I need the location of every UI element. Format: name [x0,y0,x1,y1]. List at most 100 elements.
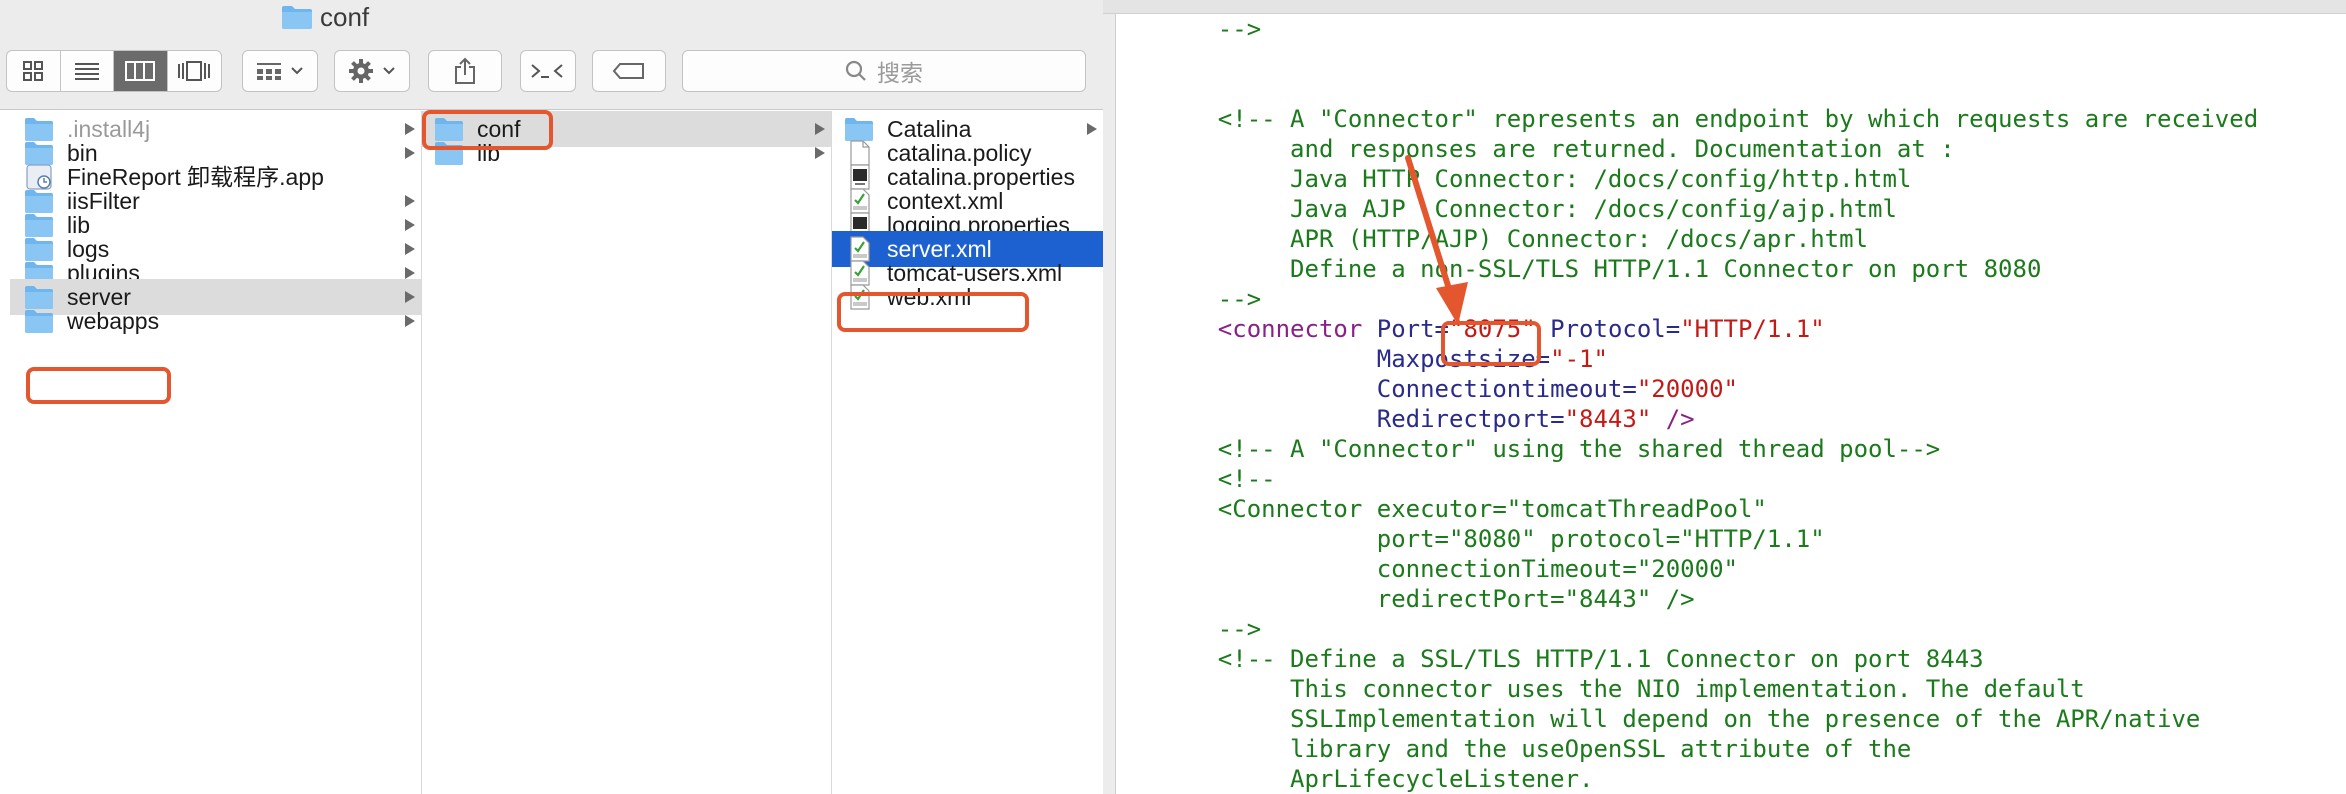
code-token: library and the useOpenSSL attribute of … [1160,735,1912,763]
code-line: This connector uses the NIO implementati… [1160,674,2085,704]
code-token: <!-- [1160,465,1276,493]
disclosure-arrow-icon [405,291,415,303]
code-token: --> [1160,285,1262,313]
code-line: SSLImplementation will depend on the pre… [1160,704,2200,734]
code-token: Protocol= [1535,315,1681,343]
code-token: <!-- A "Connector" represents an endpoin… [1160,105,2259,133]
terminal-icon [531,64,563,78]
code-token: "HTTP/1.1" [1680,315,1825,343]
search-icon [845,60,866,81]
code-line: library and the useOpenSSL attribute of … [1160,734,1911,764]
code-line: <Connector executor="tomcatThreadPool" [1160,494,1767,524]
icon-view-button[interactable] [7,51,61,91]
terminal-button[interactable] [520,50,576,92]
code-token: SSLImplementation will depend on the pre… [1160,705,2201,733]
disclosure-arrow-icon [1087,123,1097,135]
editor-text-area[interactable]: --> <!-- A "Connector" represents an end… [1115,14,2346,794]
disclosure-arrow-icon [405,243,415,255]
code-token: Define a non-SSL/TLS HTTP/1.1 Connector … [1160,255,2042,283]
code-token: <Connector executor="tomcatThreadPool" [1160,495,1767,523]
code-line: --> [1160,614,1261,644]
list-view-icon [74,63,99,80]
highlight-server-xml [837,292,1029,332]
finder-window: conf 搜索 .install4j bin FineReport 卸载程序.a… [0,0,1103,794]
editor-window: --> <!-- A "Connector" represents an end… [1103,0,2346,794]
icon-view-icon [23,61,44,81]
code-token: "20000" [1636,375,1738,403]
finder-toolbar: 搜索 [0,34,1103,110]
tag-button[interactable] [592,50,666,92]
window-title: conf [320,2,370,32]
code-line: connectionTimeout="20000" [1160,554,1738,584]
code-token: Redirectport= [1160,405,1565,433]
list-view-button[interactable] [61,51,114,91]
column-view-button[interactable] [114,51,168,91]
code-token: --> [1160,15,1262,43]
action-button[interactable] [334,50,410,92]
code-line: <!-- A "Connector" using the shared thre… [1160,434,1940,464]
search-placeholder: 搜索 [877,60,923,86]
code-token: connectionTimeout="20000" [1160,555,1738,583]
disclosure-arrow-icon [815,123,825,135]
code-token: APR (HTTP/AJP) Connector: /docs/apr.html [1160,225,1869,253]
code-token: "-1" [1550,345,1608,373]
finder-titlebar: conf [0,0,1103,34]
code-content: --> <!-- A "Connector" represents an end… [1116,14,2346,794]
editor-titlebar [1103,0,2346,14]
highlight-server [26,367,171,404]
disclosure-arrow-icon [405,315,415,327]
code-token: AprLifecycleListener. [1160,765,1594,793]
disclosure-arrow-icon [405,267,415,279]
code-line: <!-- A "Connector" represents an endpoin… [1160,104,2258,134]
view-mode-switcher [6,50,222,92]
gear-icon [349,59,373,83]
code-line: port="8080" protocol="HTTP/1.1" [1160,524,1825,554]
file-label: webapps [67,308,160,334]
code-token: "8443" [1564,405,1652,433]
code-line: and responses are returned. Documentatio… [1160,134,1955,164]
disclosure-arrow-icon [405,195,415,207]
share-button[interactable] [428,50,502,92]
code-line: AprLifecycleListener. [1160,764,1593,794]
chevron-down-icon [291,67,303,75]
highlight-port-value [1441,321,1541,366]
disclosure-arrow-icon [405,219,415,231]
cover-flow-icon [178,61,211,81]
code-line: <!-- [1160,464,1276,494]
search-input[interactable]: 搜索 [682,50,1086,92]
disclosure-arrow-icon [405,123,415,135]
cover-flow-button[interactable] [168,51,222,91]
code-token: --> [1160,615,1262,643]
code-token: and responses are returned. Documentatio… [1160,135,1955,163]
code-line: Java HTTP Connector: /docs/config/http.h… [1160,164,1911,194]
code-line: --> [1160,14,1261,44]
disclosure-arrow-icon [405,147,415,159]
tag-icon [612,63,644,79]
finder-column-2: conf lib [422,111,832,794]
code-line: --> [1160,284,1261,314]
code-line: redirectPort="8443" /> [1160,584,1695,614]
code-line: Connectiontimeout="20000" [1160,374,1738,404]
chevron-down-icon [383,67,395,75]
code-line: Define a non-SSL/TLS HTTP/1.1 Connector … [1160,254,2041,284]
group-grid-icon [257,63,281,80]
disclosure-arrow-icon [815,147,825,159]
column-view-icon [125,61,156,81]
finder-column-1: .install4j bin FineReport 卸载程序.app iisFilte… [10,111,422,794]
code-token: port="8080" protocol="HTTP/1.1" [1160,525,1825,553]
folder-icon [282,6,312,29]
file-row[interactable]: webapps [10,303,421,339]
code-token: redirectPort="8443" /> [1160,585,1695,613]
folder-icon [25,310,53,333]
code-token: This connector uses the NIO implementati… [1160,675,2085,703]
code-line: Redirectport="8443" /> [1160,404,1695,434]
code-token: /> [1651,405,1695,433]
share-icon [455,57,475,84]
group-by-button[interactable] [242,50,318,92]
code-line: Java AJP Connector: /docs/config/ajp.htm… [1160,194,1897,224]
code-token: Java HTTP Connector: /docs/config/http.h… [1160,165,1912,193]
highlight-conf [422,110,553,150]
code-token: <!-- Define a SSL/TLS HTTP/1.1 Connector… [1160,645,1984,673]
code-token: Connectiontimeout= [1160,375,1637,403]
code-token: <connector [1160,315,1377,343]
